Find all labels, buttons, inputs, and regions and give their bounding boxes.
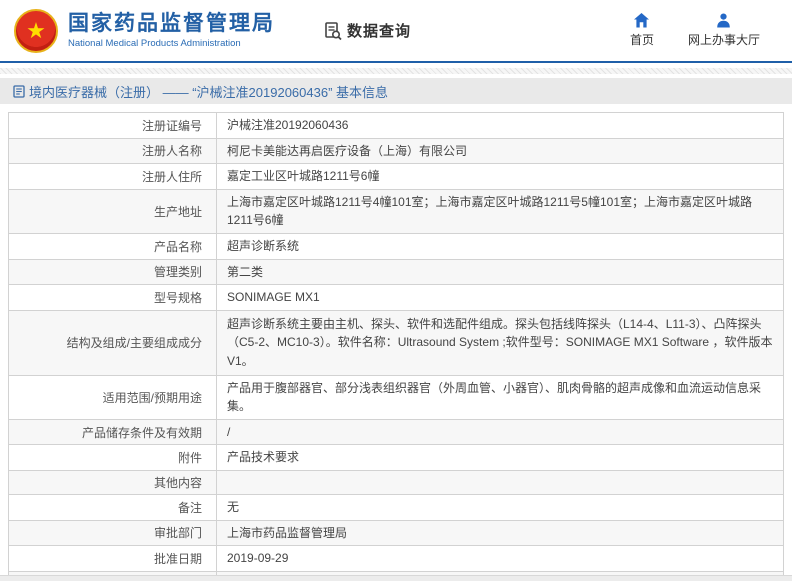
row-label: 生产地址 <box>9 190 217 233</box>
data-query-section[interactable]: 数据查询 <box>323 20 411 41</box>
row-value: 超声诊断系统 <box>217 234 783 259</box>
row-label: 备注 <box>9 495 217 520</box>
row-label: 产品名称 <box>9 234 217 259</box>
national-emblem-logo: ★ <box>14 9 58 53</box>
row-value: 第二类 <box>217 260 783 285</box>
row-value: 柯尼卡美能达再启医疗设备（上海）有限公司 <box>217 139 783 164</box>
row-label: 批准日期 <box>9 546 217 571</box>
row-label: 结构及组成/主要组成成分 <box>9 311 217 375</box>
row-value <box>217 471 783 494</box>
row-value: 上海市药品监督管理局 <box>217 521 783 546</box>
nav-item-home[interactable]: 首页 <box>630 13 654 48</box>
row-label: 注册人住所 <box>9 164 217 189</box>
row-label: 产品储存条件及有效期 <box>9 420 217 445</box>
row-value: 嘉定工业区叶城路1211号6幢 <box>217 164 783 189</box>
org-name-en: National Medical Products Administration <box>68 38 275 49</box>
row-label: 其他内容 <box>9 471 217 494</box>
row-value: 沪械注准20192060436 <box>217 113 783 138</box>
nav-label-home: 首页 <box>630 31 654 48</box>
row-label: 注册证编号 <box>9 113 217 138</box>
table-row: 结构及组成/主要组成成分 超声诊断系统主要由主机、探头、软件和选配件组成。探头包… <box>9 311 783 376</box>
table-row: 其他内容 <box>9 471 783 495</box>
document-icon <box>13 85 25 98</box>
row-label: 型号规格 <box>9 285 217 310</box>
row-value: 2019-09-29 <box>217 546 783 571</box>
row-label: 适用范围/预期用途 <box>9 376 217 419</box>
table-row: 审批部门 上海市药品监督管理局 <box>9 521 783 547</box>
table-row: 注册人名称 柯尼卡美能达再启医疗设备（上海）有限公司 <box>9 139 783 165</box>
row-value: / <box>217 420 783 445</box>
top-nav: 首页 网上办事大厅 <box>630 13 760 48</box>
row-value: 无 <box>217 495 783 520</box>
table-row: 型号规格 SONIMAGE MX1 <box>9 285 783 311</box>
org-name-cn: 国家药品监督管理局 <box>68 12 275 36</box>
header: ★ 国家药品监督管理局 National Medical Products Ad… <box>0 0 792 63</box>
table-row: 生产地址 上海市嘉定区叶城路1211号4幢101室；上海市嘉定区叶城路1211号… <box>9 190 783 234</box>
table-row: 附件 产品技术要求 <box>9 445 783 471</box>
org-title-block: 国家药品监督管理局 National Medical Products Admi… <box>68 12 275 49</box>
detail-table: 注册证编号 沪械注准20192060436 注册人名称 柯尼卡美能达再启医疗设备… <box>8 112 784 581</box>
home-icon <box>633 13 650 28</box>
hatched-divider <box>0 68 792 74</box>
row-value: 超声诊断系统主要由主机、探头、软件和选配件组成。探头包括线阵探头（L14-4、L… <box>217 311 783 375</box>
table-row: 产品名称 超声诊断系统 <box>9 234 783 260</box>
table-row: 注册证编号 沪械注准20192060436 <box>9 113 783 139</box>
row-value: 产品用于腹部器官、部分浅表组织器官（外周血管、小器官）、肌肉骨骼的超声成像和血流… <box>217 376 783 419</box>
person-icon <box>716 13 731 28</box>
row-label: 管理类别 <box>9 260 217 285</box>
row-value: 产品技术要求 <box>217 445 783 470</box>
footer-strip <box>0 575 792 581</box>
nav-label-service-hall: 网上办事大厅 <box>688 31 760 48</box>
title-band: 境内医疗器械（注册） —— “沪械注准20192060436” 基本信息 <box>0 78 792 104</box>
row-value: SONIMAGE MX1 <box>217 285 783 310</box>
row-label: 审批部门 <box>9 521 217 546</box>
table-row: 批准日期 2019-09-29 <box>9 546 783 572</box>
row-label: 附件 <box>9 445 217 470</box>
table-row: 备注 无 <box>9 495 783 521</box>
table-row: 管理类别 第二类 <box>9 260 783 286</box>
document-search-icon <box>323 21 343 41</box>
page-title: 境内医疗器械（注册） —— “沪械注准20192060436” 基本信息 <box>29 82 388 101</box>
table-row: 注册人住所 嘉定工业区叶城路1211号6幢 <box>9 164 783 190</box>
table-row: 产品储存条件及有效期 / <box>9 420 783 446</box>
row-value: 上海市嘉定区叶城路1211号4幢101室；上海市嘉定区叶城路1211号5幢101… <box>217 190 783 233</box>
table-row: 适用范围/预期用途 产品用于腹部器官、部分浅表组织器官（外周血管、小器官）、肌肉… <box>9 376 783 420</box>
nav-item-service-hall[interactable]: 网上办事大厅 <box>688 13 760 48</box>
row-label: 注册人名称 <box>9 139 217 164</box>
data-query-label: 数据查询 <box>347 20 411 41</box>
